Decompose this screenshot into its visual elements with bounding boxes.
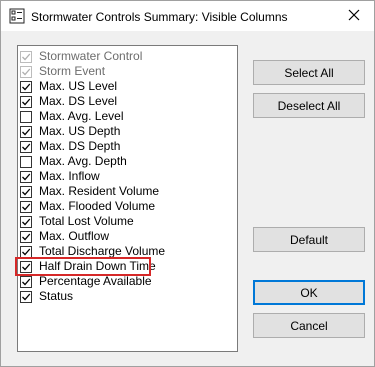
column-label: Stormwater Control	[39, 49, 143, 63]
column-item[interactable]: Max. Resident Volume	[20, 184, 159, 199]
checkmark-icon	[22, 218, 31, 225]
column-item[interactable]: Max. Inflow	[20, 169, 100, 184]
column-checkbox[interactable]	[20, 110, 32, 123]
cancel-button[interactable]: Cancel	[253, 313, 365, 338]
column-label: Max. Avg. Level	[39, 109, 124, 123]
ok-button[interactable]: OK	[253, 280, 365, 305]
checkmark-icon	[22, 188, 31, 195]
column-label: Max. Avg. Depth	[39, 154, 127, 168]
close-button[interactable]	[334, 1, 374, 31]
column-checkbox[interactable]	[20, 215, 32, 228]
column-item: Storm Event	[20, 64, 105, 79]
column-checkbox[interactable]	[20, 170, 32, 183]
checkmark-icon	[22, 83, 31, 90]
column-item[interactable]: Percentage Available	[20, 274, 152, 289]
checkmark-icon	[22, 68, 31, 75]
highlight-box	[15, 257, 151, 276]
column-label: Max. Resident Volume	[39, 184, 160, 198]
column-label: Max. Inflow	[39, 169, 100, 183]
checkmark-icon	[22, 98, 31, 105]
column-label: Max. Flooded Volume	[39, 199, 156, 213]
checkmark-icon	[22, 128, 31, 135]
column-checkbox[interactable]	[20, 290, 32, 303]
checkmark-icon	[22, 173, 31, 180]
column-label: Percentage Available	[39, 274, 152, 288]
column-checkbox[interactable]	[20, 95, 32, 108]
column-checkbox[interactable]	[20, 200, 32, 213]
column-label: Storm Event	[39, 64, 106, 78]
column-label: Status	[39, 289, 74, 303]
column-label: Max. Outflow	[39, 229, 110, 243]
column-checkbox	[20, 50, 32, 63]
column-item[interactable]: Max. DS Level	[20, 94, 117, 109]
checkmark-icon	[22, 203, 31, 210]
checkmark-icon	[22, 143, 31, 150]
column-item: Stormwater Control	[20, 49, 142, 64]
column-checkbox[interactable]	[20, 230, 32, 243]
columns-checklist[interactable]: Stormwater Control Storm Event Max. US Lev…	[17, 45, 238, 352]
column-label: Total Lost Volume	[39, 214, 134, 228]
select-all-button[interactable]: Select All	[253, 60, 365, 85]
column-item[interactable]: Total Lost Volume	[20, 214, 134, 229]
checkmark-icon	[22, 278, 31, 285]
column-checkbox[interactable]	[20, 245, 32, 258]
column-item[interactable]: Status	[20, 289, 73, 304]
column-checkbox[interactable]	[20, 140, 32, 153]
close-icon	[348, 9, 360, 24]
column-checkbox[interactable]	[20, 125, 32, 138]
column-item[interactable]: Max. Avg. Depth	[20, 154, 127, 169]
column-item[interactable]: Max. Outflow	[20, 229, 109, 244]
column-label: Max. DS Level	[39, 94, 118, 108]
column-item[interactable]: Max. US Level	[20, 79, 117, 94]
title-bar: Stormwater Controls Summary: Visible Col…	[1, 1, 374, 31]
column-item[interactable]: Max. DS Depth	[20, 139, 120, 154]
column-label: Max. US Level	[39, 79, 118, 93]
column-list-icon	[9, 8, 25, 24]
column-checkbox	[20, 65, 32, 78]
column-item[interactable]: Max. Avg. Level	[20, 109, 124, 124]
column-checkbox[interactable]	[20, 275, 32, 288]
column-item[interactable]: Max. Flooded Volume	[20, 199, 155, 214]
checkmark-icon	[22, 248, 31, 255]
deselect-all-button[interactable]: Deselect All	[253, 93, 365, 118]
column-checkbox[interactable]	[20, 185, 32, 198]
column-checkbox[interactable]	[20, 155, 32, 168]
column-item[interactable]: Max. US Depth	[20, 124, 120, 139]
checkmark-icon	[22, 293, 31, 300]
checkmark-icon	[22, 233, 31, 240]
column-checkbox[interactable]	[20, 80, 32, 93]
visible-columns-dialog: Stormwater Controls Summary: Visible Col…	[0, 0, 375, 367]
checkmark-icon	[22, 53, 31, 60]
dialog-title: Stormwater Controls Summary: Visible Col…	[31, 10, 288, 24]
column-label: Max. DS Depth	[39, 139, 121, 153]
column-label: Max. US Depth	[39, 124, 121, 138]
default-button[interactable]: Default	[253, 227, 365, 252]
